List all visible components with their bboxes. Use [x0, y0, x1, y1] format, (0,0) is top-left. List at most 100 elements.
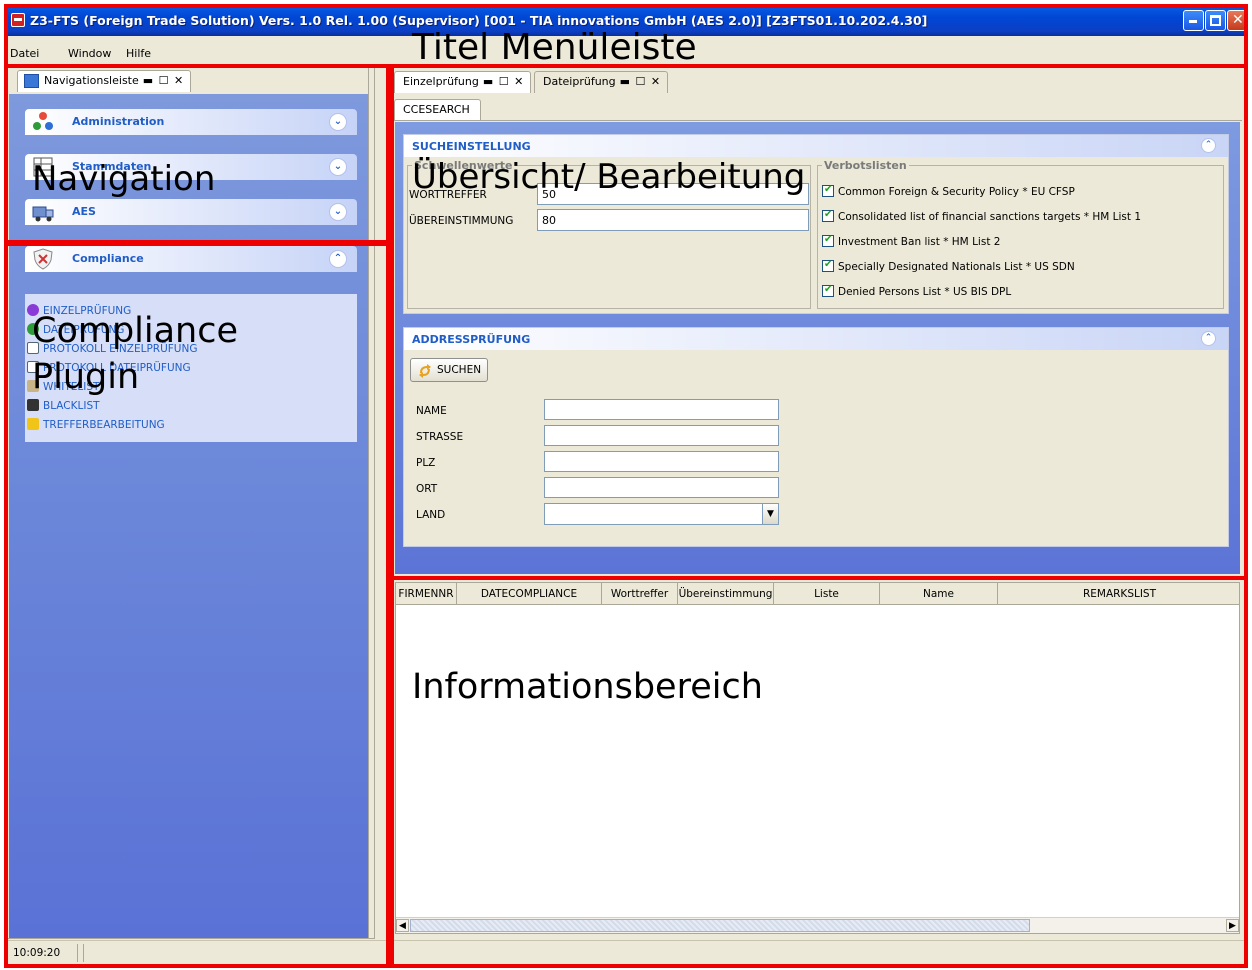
nav-group-aes[interactable]: AES ⌄ — [25, 199, 357, 225]
uebereinstimmung-field[interactable] — [537, 209, 809, 231]
list-checkbox-hm-list-2[interactable]: Investment Ban list * HM List 2 — [822, 234, 1001, 248]
tab-label: CCESEARCH — [403, 103, 470, 116]
list-checkbox-us-sdn[interactable]: Specially Designated Nationals List * US… — [822, 259, 1075, 273]
nav-group-administration[interactable]: Administration ⌄ — [25, 109, 357, 135]
section-title: SUCHEINSTELLUNG — [412, 140, 531, 153]
compliance-item-label: BLACKLIST — [43, 400, 100, 412]
checkbox-checked-icon[interactable] — [822, 184, 834, 197]
thresholds-group: Schwellenwerte — [407, 159, 811, 309]
tab-controls[interactable]: ▬ ☐ ✕ — [620, 75, 661, 88]
chevron-down-icon[interactable]: ⌄ — [329, 203, 347, 221]
window-icon — [24, 74, 39, 88]
search-arrows-icon — [419, 364, 431, 378]
tab-ccesearch[interactable]: CCESEARCH — [394, 99, 481, 120]
scroll-right-icon[interactable]: ▶ — [1226, 919, 1239, 932]
close-button[interactable]: ✕ — [1227, 10, 1246, 31]
checkbox-checked-icon[interactable] — [822, 284, 834, 297]
checkbox-checked-icon[interactable] — [822, 259, 834, 272]
document-icon — [27, 342, 39, 354]
menu-window[interactable]: Window — [68, 47, 111, 60]
column-header-uebereinstimmung[interactable]: Übereinstimmung — [678, 583, 774, 605]
left-pane-splitter[interactable] — [368, 68, 374, 938]
chevron-up-icon[interactable]: ⌃ — [1201, 331, 1216, 346]
tab-label: Dateiprüfung — [543, 75, 616, 88]
chevron-down-icon[interactable]: ▼ — [762, 504, 778, 524]
status-bar: 10:09:20 — [5, 940, 1247, 965]
person-icon — [27, 380, 39, 392]
tab-controls[interactable]: ▬ ☐ ✕ — [483, 75, 524, 88]
app-icon — [11, 13, 25, 27]
compliance-item-dateipruefung[interactable]: DATEIPRÜFUNG — [27, 323, 124, 339]
status-time: 10:09:20 — [13, 947, 61, 959]
compliance-item-trefferbearbeitung[interactable]: TREFFERBEARBEITUNG — [27, 418, 165, 434]
eye-icon — [27, 304, 39, 316]
land-label: LAND — [416, 509, 446, 521]
navigation-pane: Navigationsleiste ▬ ☐ ✕ Administration ⌄ … — [6, 67, 375, 939]
table-icon — [33, 157, 53, 177]
uebereinstimmung-label: ÜBEREINSTIMMUNG — [409, 215, 514, 227]
scroll-left-icon[interactable]: ◀ — [396, 919, 409, 932]
name-field[interactable] — [544, 399, 779, 420]
verbotslisten-legend: Verbotslisten — [824, 159, 907, 172]
section-sucheinstellung: SUCHEINSTELLUNG ⌃ Schwellenwerte WORTTRE… — [403, 134, 1229, 314]
tab-dateipruefung[interactable]: Dateiprüfung ▬ ☐ ✕ — [534, 71, 669, 93]
window-title: Z3-FTS (Foreign Trade Solution) Vers. 1.… — [30, 13, 928, 28]
compliance-item-blacklist[interactable]: BLACKLIST — [27, 399, 100, 415]
compliance-item-protokoll-einzel[interactable]: PROTOKOLL EINZELPRÜFUNG — [27, 342, 197, 358]
strasse-field[interactable] — [544, 425, 779, 446]
column-header-liste[interactable]: Liste — [774, 583, 880, 605]
compliance-item-label: DATEIPRÜFUNG — [43, 324, 125, 336]
menu-hilfe[interactable]: Hilfe — [126, 47, 151, 60]
column-header-firmennr[interactable]: FIRMENNR — [396, 583, 457, 605]
chevron-up-icon[interactable]: ⌃ — [329, 250, 347, 268]
list-checkbox-us-bis-dpl[interactable]: Denied Persons List * US BIS DPL — [822, 284, 1012, 298]
worttreffer-field[interactable] — [537, 183, 809, 205]
land-dropdown[interactable]: ▼ — [544, 503, 779, 525]
column-header-worttreffer[interactable]: Worttreffer — [602, 583, 678, 605]
checkbox-label: Investment Ban list * HM List 2 — [838, 236, 1001, 248]
compliance-item-einzelpruefung[interactable]: EINZELPRÜFUNG — [27, 304, 131, 320]
title-bar[interactable]: Z3-FTS (Foreign Trade Solution) Vers. 1.… — [5, 5, 1247, 36]
minimize-button[interactable] — [1183, 10, 1204, 31]
nav-group-stammdaten[interactable]: Stammdaten ⌄ — [25, 154, 357, 180]
editor-body: SUCHEINSTELLUNG ⌃ Schwellenwerte WORTTRE… — [395, 122, 1240, 574]
chevron-down-icon[interactable]: ⌄ — [329, 158, 347, 176]
section-header[interactable]: ADDRESSPRÜFUNG ⌃ — [404, 328, 1228, 350]
button-label: SUCHEN — [437, 364, 482, 376]
column-header-name[interactable]: Name — [880, 583, 998, 605]
globe-icon — [27, 323, 39, 335]
chevron-down-icon[interactable]: ⌄ — [329, 113, 347, 131]
horizontal-scrollbar[interactable]: ◀ ▶ — [396, 917, 1239, 933]
plz-field[interactable] — [544, 451, 779, 472]
tab-controls[interactable]: ▬ ☐ ✕ — [143, 74, 184, 87]
tab-label: Navigationsleiste — [44, 74, 139, 87]
chevron-up-icon[interactable]: ⌃ — [1201, 138, 1216, 153]
compliance-item-whitelist[interactable]: WHITELIST — [27, 380, 99, 396]
column-header-remarkslist[interactable]: REMARKSLIST — [998, 583, 1241, 605]
compliance-item-label: PROTOKOLL DATEIPRÜFUNG — [43, 362, 191, 374]
compliance-item-protokoll-datei[interactable]: PROTOKOLL DATEIPRÜFUNG — [27, 361, 191, 377]
tab-navigationsleiste[interactable]: Navigationsleiste ▬ ☐ ✕ — [17, 70, 192, 92]
checkbox-checked-icon[interactable] — [822, 234, 834, 247]
checkbox-label: Denied Persons List * US BIS DPL — [838, 286, 1012, 298]
ort-field[interactable] — [544, 477, 779, 498]
thresholds-legend: Schwellenwerte — [414, 159, 513, 172]
strasse-label: STRASSE — [416, 431, 464, 443]
tab-einzelpruefung[interactable]: Einzelprüfung ▬ ☐ ✕ — [394, 71, 532, 93]
search-button[interactable]: SUCHEN — [410, 358, 489, 382]
list-checkbox-eu-cfsp[interactable]: Common Foreign & Security Policy * EU CF… — [822, 184, 1075, 198]
section-header[interactable]: SUCHEINSTELLUNG ⌃ — [404, 135, 1228, 157]
compliance-items: EINZELPRÜFUNG DATEIPRÜFUNG PROTOKOLL EIN… — [25, 294, 357, 442]
nav-group-label: Stammdaten — [72, 160, 152, 173]
checkbox-label: Specially Designated Nationals List * US… — [838, 261, 1075, 273]
checkbox-checked-icon[interactable] — [822, 209, 834, 222]
scrollbar-thumb[interactable] — [410, 919, 1030, 932]
close-icon: ✕ — [1232, 12, 1244, 28]
maximize-button[interactable] — [1205, 10, 1226, 31]
list-checkbox-hm-list-1[interactable]: Consolidated list of financial sanctions… — [822, 209, 1141, 223]
nav-group-compliance[interactable]: Compliance ⌃ — [25, 246, 357, 272]
compliance-item-label: PROTOKOLL EINZELPRÜFUNG — [43, 343, 198, 355]
column-header-datecompliance[interactable]: DATECOMPLIANCE — [457, 583, 602, 605]
nav-group-label: Administration — [72, 115, 165, 128]
menu-datei[interactable]: Datei — [10, 47, 39, 60]
